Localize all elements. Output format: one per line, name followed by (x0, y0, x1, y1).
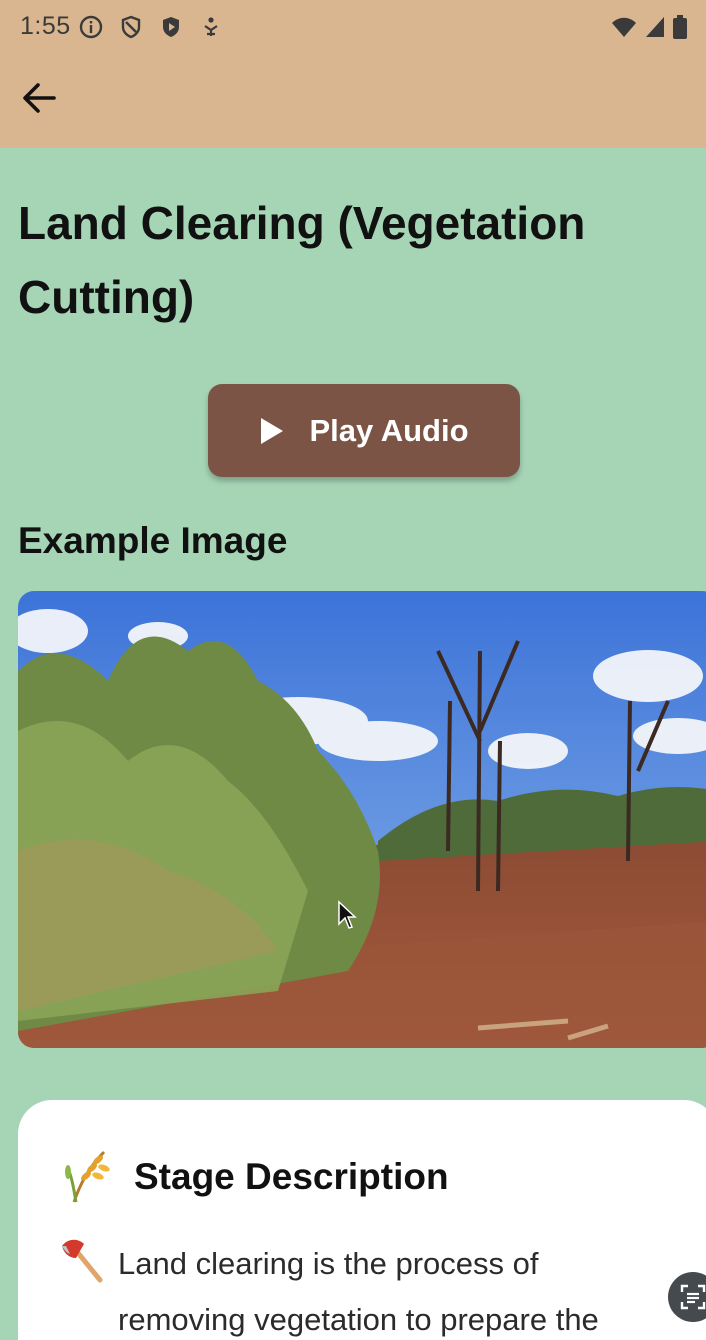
stage-description-header: Stage Description (58, 1148, 449, 1206)
cleared-land-photo (18, 591, 706, 1048)
arrow-left-icon (23, 83, 56, 113)
page-title: Land Clearing (Vegetation Cutting) (18, 197, 586, 323)
play-audio-button[interactable]: Play Audio (208, 384, 520, 477)
axe-icon (62, 1239, 103, 1283)
app-bar: 1:55 (0, 0, 706, 148)
battery-icon (673, 15, 687, 39)
stage-description-card: Stage Description Land clearing is the p… (18, 1100, 706, 1340)
example-image (18, 591, 706, 1048)
status-left-icons (78, 14, 224, 40)
example-image-heading: Example Image (18, 520, 288, 561)
mouse-cursor (337, 900, 357, 935)
shield-play-icon (163, 17, 179, 37)
scan-text-icon (680, 1284, 706, 1310)
pointer-icon (338, 900, 357, 929)
play-icon (261, 417, 284, 444)
wheat-icon (65, 1150, 110, 1203)
wifi-icon (612, 17, 636, 37)
play-audio-label: Play Audio (309, 412, 469, 448)
stage-description-heading: Stage Description (134, 1156, 449, 1197)
back-button[interactable] (16, 76, 64, 120)
stage-description-text: Land clearing is the process of removing… (118, 1246, 599, 1337)
status-time: 1:55 (20, 12, 71, 40)
stage-description-row: Land clearing is the process of removing… (58, 1236, 658, 1340)
shield-icon (121, 15, 141, 39)
info-icon (79, 15, 103, 39)
accessibility-icon (204, 17, 218, 36)
status-bar: 1:55 (0, 4, 706, 48)
signal-icon (646, 17, 664, 37)
status-right-icons (610, 14, 688, 40)
